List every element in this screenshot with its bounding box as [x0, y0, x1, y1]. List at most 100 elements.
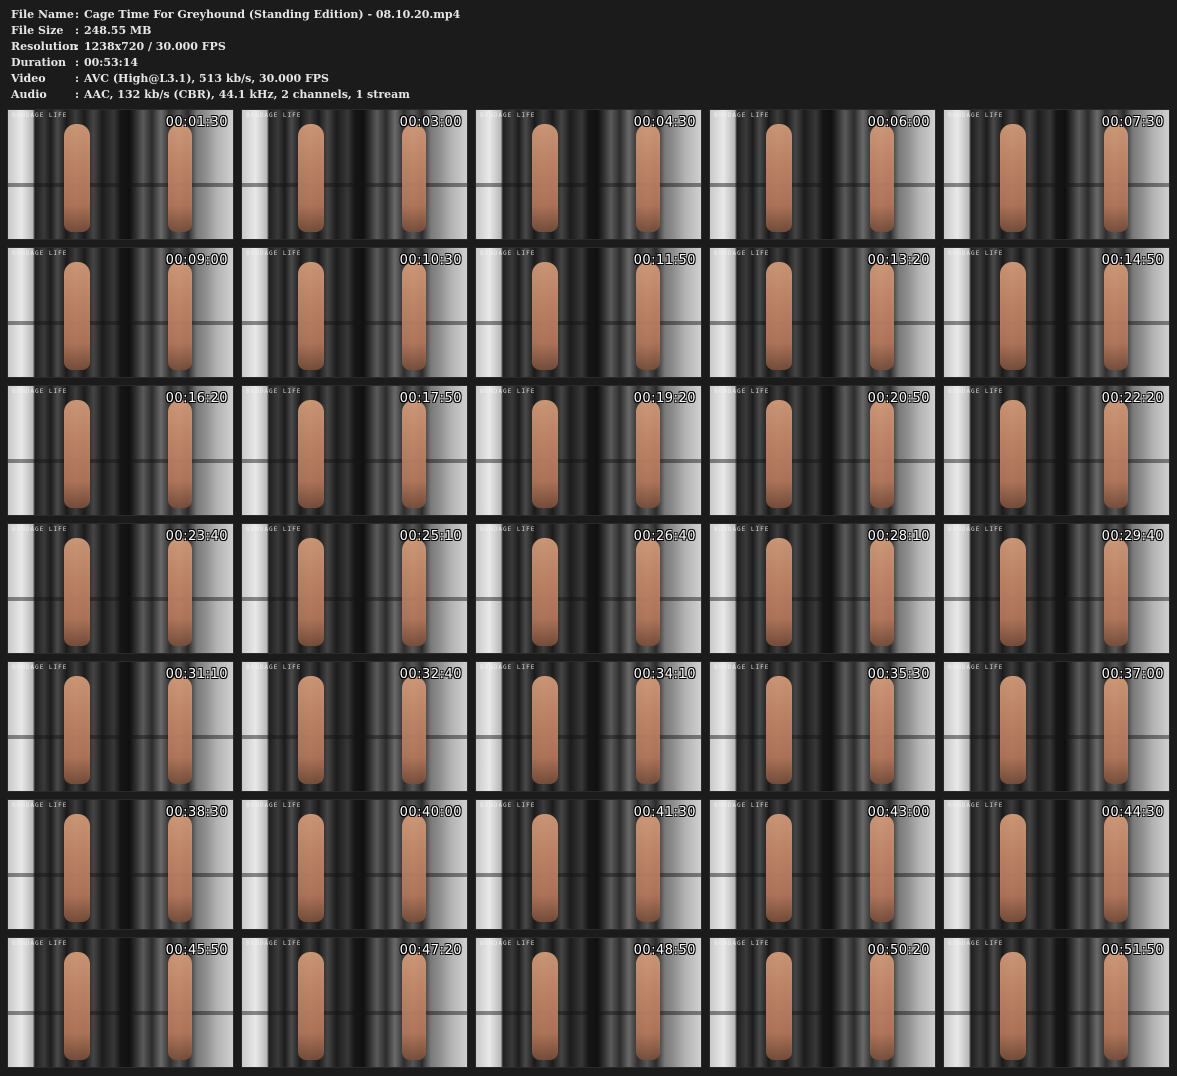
video-thumbnail[interactable]: BONDAGE LIFE 00:37:00	[943, 661, 1170, 792]
thumbnail-timestamp: 00:16:20	[165, 391, 228, 406]
frame-figure	[532, 400, 558, 508]
video-thumbnail[interactable]: BONDAGE LIFE 00:28:10	[709, 523, 936, 654]
video-thumbnail[interactable]: BONDAGE LIFE 00:32:40	[241, 661, 468, 792]
frame-figure	[168, 400, 192, 508]
frame-figure	[64, 538, 90, 646]
video-thumbnail[interactable]: BONDAGE LIFE 00:06:00	[709, 109, 936, 240]
thumbnail-watermark: BONDAGE LIFE	[12, 250, 68, 257]
thumbnail-watermark: BONDAGE LIFE	[12, 112, 68, 119]
video-thumbnail[interactable]: BONDAGE LIFE 00:22:20	[943, 385, 1170, 516]
frame-figure	[1000, 124, 1026, 232]
frame-figure	[870, 124, 894, 232]
video-thumbnail[interactable]: BONDAGE LIFE 00:13:20	[709, 247, 936, 378]
audio-label: Audio	[11, 88, 47, 101]
video-thumbnail[interactable]: BONDAGE LIFE 00:38:30	[7, 799, 234, 930]
thumbnail-timestamp: 00:51:50	[1101, 943, 1164, 958]
thumbnail-watermark: BONDAGE LIFE	[480, 250, 536, 257]
thumbnail-timestamp: 00:17:50	[399, 391, 462, 406]
thumbnail-watermark: BONDAGE LIFE	[948, 526, 1004, 533]
video-thumbnail[interactable]: BONDAGE LIFE 00:17:50	[241, 385, 468, 516]
thumbnail-watermark: BONDAGE LIFE	[480, 802, 536, 809]
frame-figure	[64, 952, 90, 1060]
frame-figure	[1104, 676, 1128, 784]
frame-figure	[168, 262, 192, 370]
thumbnail-timestamp: 00:01:30	[165, 115, 228, 130]
video-thumbnail[interactable]: BONDAGE LIFE 00:10:30	[241, 247, 468, 378]
thumbnail-timestamp: 00:11:50	[633, 253, 696, 268]
video-thumbnail[interactable]: BONDAGE LIFE 00:34:10	[475, 661, 702, 792]
video-thumbnail[interactable]: BONDAGE LIFE 00:25:10	[241, 523, 468, 654]
thumbnail-timestamp: 00:41:30	[633, 805, 696, 820]
duration-value: 00:53:14	[84, 56, 139, 69]
thumbnail-watermark: BONDAGE LIFE	[246, 388, 302, 395]
video-thumbnail[interactable]: BONDAGE LIFE 00:41:30	[475, 799, 702, 930]
video-thumbnail[interactable]: BONDAGE LIFE 00:23:40	[7, 523, 234, 654]
video-thumbnail[interactable]: BONDAGE LIFE 00:19:20	[475, 385, 702, 516]
thumbnail-watermark: BONDAGE LIFE	[714, 388, 770, 395]
frame-figure	[298, 538, 324, 646]
frame-figure	[870, 952, 894, 1060]
video-thumbnail[interactable]: BONDAGE LIFE 00:44:30	[943, 799, 1170, 930]
video-thumbnail[interactable]: BONDAGE LIFE 00:51:50	[943, 937, 1170, 1068]
thumbnail-watermark: BONDAGE LIFE	[948, 664, 1004, 671]
thumbnail-watermark: BONDAGE LIFE	[246, 112, 302, 119]
file-name-label: File Name	[11, 8, 74, 21]
frame-figure	[168, 124, 192, 232]
video-thumbnail[interactable]: BONDAGE LIFE 00:04:30	[475, 109, 702, 240]
thumbnail-timestamp: 00:06:00	[867, 115, 930, 130]
frame-figure	[1000, 814, 1026, 922]
video-label: Video	[11, 72, 46, 85]
frame-figure	[1104, 952, 1128, 1060]
video-thumbnail[interactable]: BONDAGE LIFE 00:35:30	[709, 661, 936, 792]
frame-figure	[766, 676, 792, 784]
thumbnail-timestamp: 00:32:40	[399, 667, 462, 682]
frame-figure	[1000, 676, 1026, 784]
video-thumbnail[interactable]: BONDAGE LIFE 00:01:30	[7, 109, 234, 240]
video-thumbnail[interactable]: BONDAGE LIFE 00:14:50	[943, 247, 1170, 378]
video-thumbnail[interactable]: BONDAGE LIFE 00:50:20	[709, 937, 936, 1068]
thumbnail-timestamp: 00:03:00	[399, 115, 462, 130]
thumbnail-grid: BONDAGE LIFE 00:01:30 BONDAGE LIFE 00:03:00…	[7, 109, 1170, 1068]
thumbnail-timestamp: 00:38:30	[165, 805, 228, 820]
separator: :	[75, 88, 80, 101]
video-thumbnail[interactable]: BONDAGE LIFE 00:11:50	[475, 247, 702, 378]
frame-figure	[532, 538, 558, 646]
frame-figure	[766, 262, 792, 370]
resolution-row: Resolution : 1238x720 / 30.000 FPS	[11, 39, 460, 55]
video-thumbnail[interactable]: BONDAGE LIFE 00:40:00	[241, 799, 468, 930]
frame-figure	[64, 124, 90, 232]
frame-figure	[402, 400, 426, 508]
frame-figure	[168, 814, 192, 922]
audio-row: Audio : AAC, 132 kb/s (CBR), 44.1 kHz, 2…	[11, 87, 460, 103]
video-thumbnail[interactable]: BONDAGE LIFE 00:03:00	[241, 109, 468, 240]
thumbnail-watermark: BONDAGE LIFE	[246, 664, 302, 671]
frame-figure	[532, 124, 558, 232]
thumbnail-timestamp: 00:09:00	[165, 253, 228, 268]
frame-figure	[402, 124, 426, 232]
thumbnail-watermark: BONDAGE LIFE	[480, 388, 536, 395]
video-thumbnail[interactable]: BONDAGE LIFE 00:09:00	[7, 247, 234, 378]
video-thumbnail[interactable]: BONDAGE LIFE 00:47:20	[241, 937, 468, 1068]
thumbnail-timestamp: 00:25:10	[399, 529, 462, 544]
video-thumbnail[interactable]: BONDAGE LIFE 00:16:20	[7, 385, 234, 516]
video-thumbnail[interactable]: BONDAGE LIFE 00:26:40	[475, 523, 702, 654]
video-thumbnail[interactable]: BONDAGE LIFE 00:20:50	[709, 385, 936, 516]
frame-figure	[766, 538, 792, 646]
video-thumbnail[interactable]: BONDAGE LIFE 00:31:10	[7, 661, 234, 792]
video-thumbnail[interactable]: BONDAGE LIFE 00:43:00	[709, 799, 936, 930]
thumbnail-timestamp: 00:40:00	[399, 805, 462, 820]
video-thumbnail[interactable]: BONDAGE LIFE 00:48:50	[475, 937, 702, 1068]
video-thumbnail[interactable]: BONDAGE LIFE 00:29:40	[943, 523, 1170, 654]
frame-figure	[870, 814, 894, 922]
thumbnail-watermark: BONDAGE LIFE	[246, 526, 302, 533]
frame-figure	[1104, 262, 1128, 370]
video-thumbnail[interactable]: BONDAGE LIFE 00:45:50	[7, 937, 234, 1068]
frame-figure	[636, 952, 660, 1060]
thumbnail-watermark: BONDAGE LIFE	[714, 250, 770, 257]
frame-figure	[532, 262, 558, 370]
thumbnail-watermark: BONDAGE LIFE	[948, 250, 1004, 257]
thumbnail-watermark: BONDAGE LIFE	[714, 526, 770, 533]
separator: :	[75, 56, 80, 69]
thumbnail-watermark: BONDAGE LIFE	[714, 112, 770, 119]
video-thumbnail[interactable]: BONDAGE LIFE 00:07:30	[943, 109, 1170, 240]
